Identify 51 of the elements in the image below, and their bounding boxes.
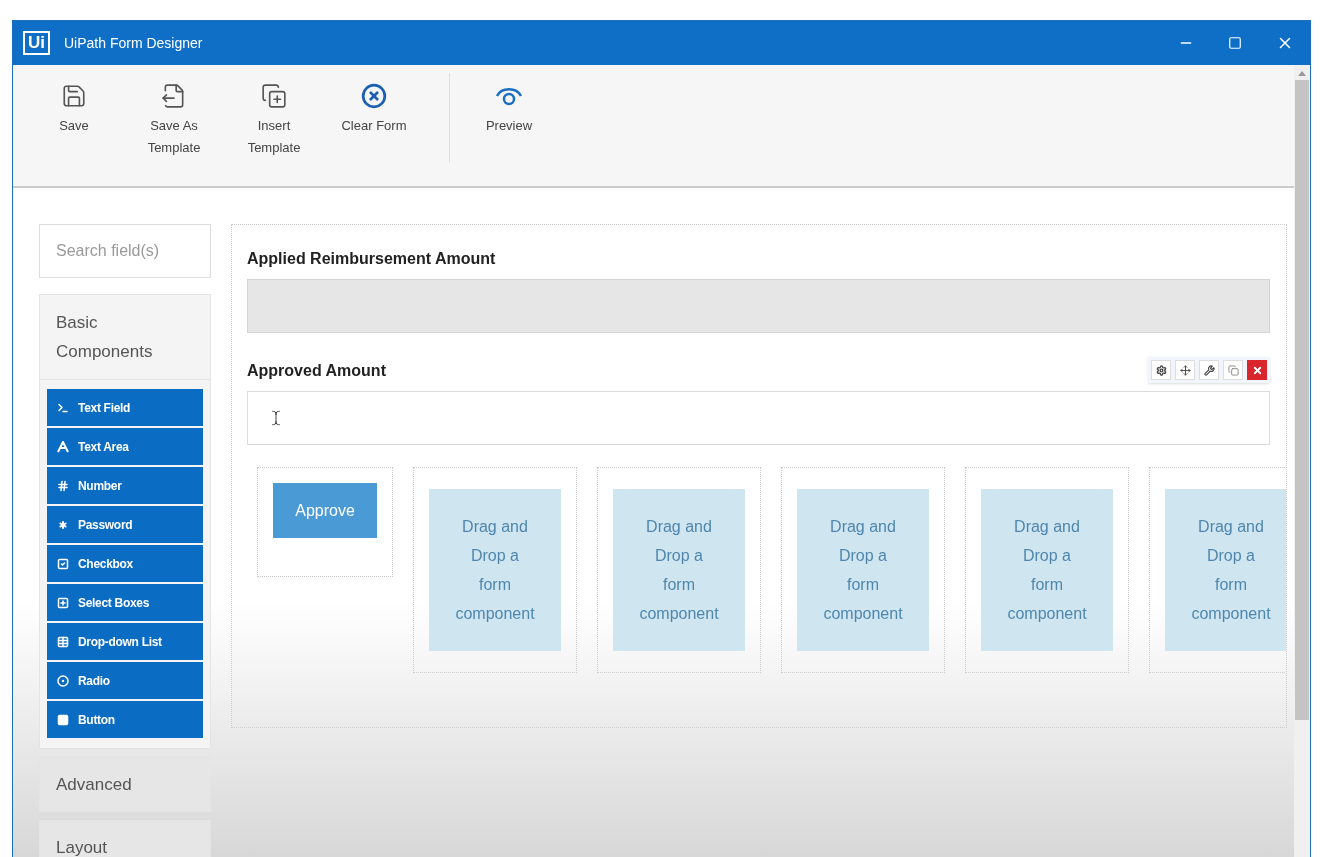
component-item[interactable]: Text Area [47, 428, 203, 465]
drop-zone[interactable]: Drag and Drop a form component [613, 489, 745, 651]
component-item[interactable]: Password [47, 506, 203, 543]
toolbar-button[interactable]: Preview [474, 83, 544, 137]
radio-icon [57, 674, 69, 687]
gear-icon [1155, 364, 1167, 376]
documents-plus-icon [261, 83, 287, 109]
clear-icon [361, 83, 387, 109]
letter-icon [57, 440, 69, 453]
scroll-up-icon[interactable] [1298, 71, 1306, 76]
window-title: UiPath Form Designer [64, 33, 203, 53]
app-logo: Ui [23, 31, 50, 55]
field-label: Applied Reimbursement Amount [247, 249, 496, 269]
component-item[interactable]: Select Boxes [47, 584, 203, 621]
scrollbar[interactable] [1294, 65, 1310, 857]
square-icon [57, 713, 69, 726]
approve-button[interactable]: Approve [273, 483, 377, 538]
asterisk-icon [57, 518, 69, 531]
hash-icon [57, 479, 69, 492]
component-item[interactable]: Text Field [47, 389, 203, 426]
wrench-icon [1203, 364, 1215, 376]
component-item[interactable]: Drop-down List [47, 623, 203, 660]
checkbox-icon [57, 557, 69, 570]
toolbar-button[interactable]: Insert Template [239, 83, 309, 159]
toolbar-button[interactable]: Save [39, 83, 109, 137]
maximize-icon[interactable] [1228, 36, 1242, 50]
component-item[interactable]: Checkbox [47, 545, 203, 582]
copy-icon [1227, 364, 1239, 376]
drop-zone[interactable]: Drag and Drop a form component [429, 489, 561, 651]
settings-button[interactable] [1151, 360, 1171, 380]
component-item[interactable]: Radio [47, 662, 203, 699]
plus-square-icon [57, 596, 69, 609]
drop-zone[interactable]: Drag and Drop a form component [797, 489, 929, 651]
field-label: Approved Amount [247, 361, 386, 381]
move-button[interactable] [1175, 360, 1195, 380]
text-input[interactable] [247, 391, 1270, 445]
category-header[interactable]: Basic Components [39, 294, 211, 380]
drop-zone[interactable]: Drag and Drop a form component [1165, 489, 1286, 651]
component-item[interactable]: Number [47, 467, 203, 504]
drop-zone[interactable]: Drag and Drop a form component [981, 489, 1113, 651]
toolbar-button[interactable]: Clear Form [339, 83, 409, 137]
toolbar-button[interactable]: Save As Template [139, 83, 209, 159]
list-icon [57, 635, 69, 648]
move-icon [1179, 364, 1191, 376]
category-header[interactable]: Layout [39, 820, 211, 857]
terminal-icon [57, 401, 69, 414]
component-item[interactable]: Button [47, 701, 203, 738]
remove-button[interactable] [1247, 360, 1267, 380]
close-icon [1251, 364, 1263, 376]
search-field[interactable]: Search field(s) [39, 224, 211, 278]
wrench-button[interactable] [1199, 360, 1219, 380]
